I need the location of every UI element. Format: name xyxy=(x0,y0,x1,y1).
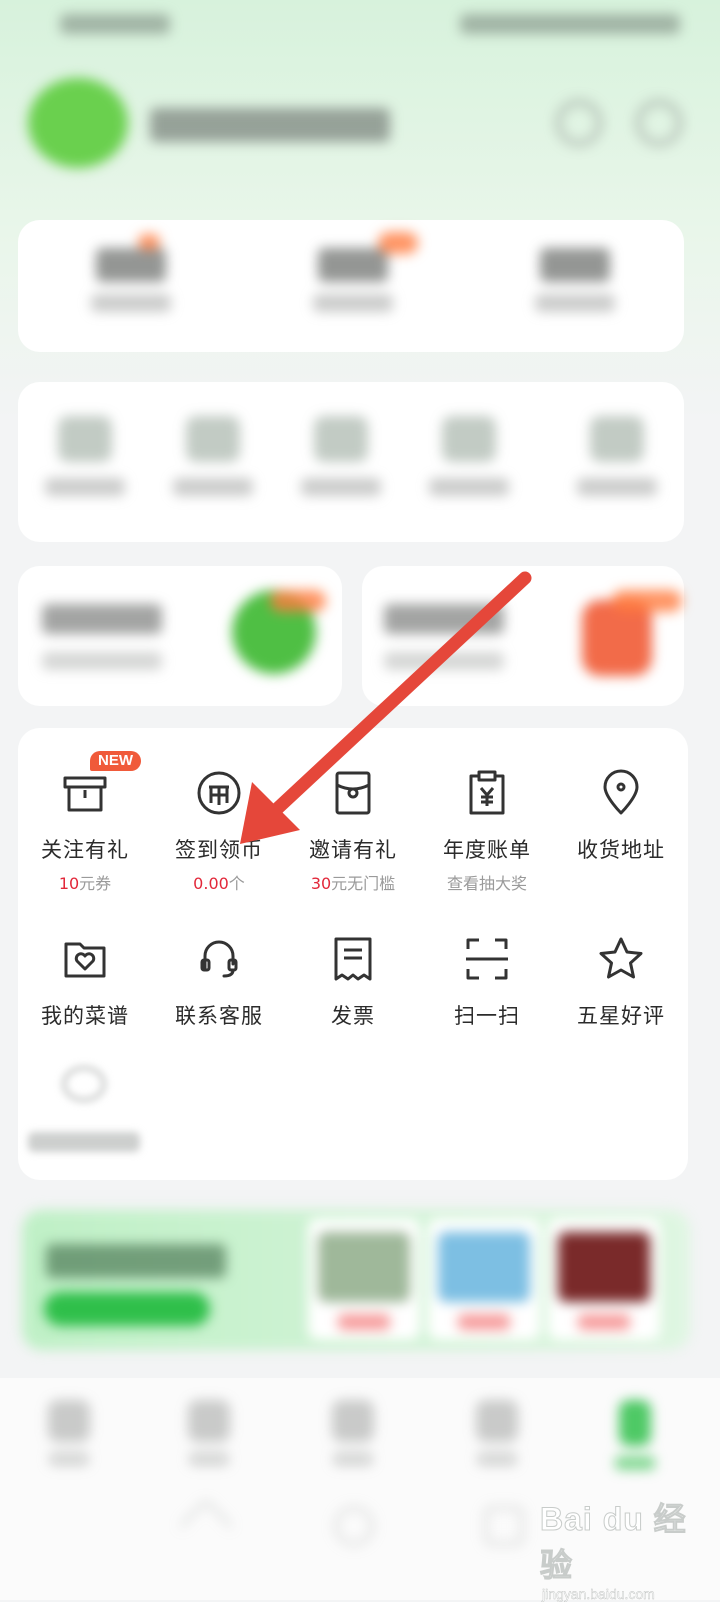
star-icon xyxy=(554,930,688,988)
headset-icon[interactable] xyxy=(556,100,602,146)
promo-badge xyxy=(270,590,326,612)
baidu-logo: Bai du 经验 xyxy=(540,1501,687,1584)
banner-product[interactable] xyxy=(428,1218,540,1340)
service-label: 我的菜谱 xyxy=(41,1004,129,1028)
service-label: 签到领币 xyxy=(175,838,263,862)
new-badge: NEW xyxy=(90,751,141,771)
promo-subtitle xyxy=(384,652,504,670)
nav-recipe[interactable] xyxy=(318,1400,388,1466)
coin-icon xyxy=(152,764,286,822)
service-subtitle: 30元无门槛 xyxy=(310,874,396,893)
red-envelope-icon xyxy=(286,764,420,822)
banner-product[interactable] xyxy=(308,1218,420,1340)
service-label: 年度账单 xyxy=(443,838,531,862)
location-pin-icon xyxy=(554,764,688,822)
recipe-heart-icon xyxy=(18,930,152,988)
promo-title xyxy=(42,604,162,634)
service-five-star-review[interactable]: 五星好评 xyxy=(554,930,688,1030)
service-label: 扫一扫 xyxy=(454,1004,520,1028)
service-customer-support[interactable]: 联系客服 xyxy=(152,930,286,1030)
service-label: 关注有礼 xyxy=(41,838,129,862)
status-bar-right xyxy=(460,14,680,34)
service-follow-gift[interactable]: 关注有礼 10元券 xyxy=(18,764,152,894)
avatar[interactable] xyxy=(28,78,128,168)
promo-title xyxy=(384,604,504,634)
quick-entry[interactable] xyxy=(158,416,268,496)
blurred-icon xyxy=(62,1066,106,1102)
bill-clipboard-icon xyxy=(420,764,554,822)
promo-badge xyxy=(612,590,682,612)
stat-badge xyxy=(378,232,418,254)
status-bar xyxy=(0,0,720,50)
dot-badge xyxy=(138,234,160,250)
nav-mine[interactable] xyxy=(600,1400,670,1470)
service-scan[interactable]: 扫一扫 xyxy=(420,930,554,1030)
service-checkin-coins[interactable]: 签到领币 0.00个 xyxy=(152,764,286,894)
service-subtitle: 查看抽大奖 xyxy=(446,874,527,893)
scan-icon xyxy=(420,930,554,988)
service-annual-bill[interactable]: 年度账单 查看抽大奖 xyxy=(420,764,554,894)
baidu-jingyan-watermark: Bai du 经验 jingyan.baidu.com xyxy=(540,1494,710,1602)
stat-item[interactable] xyxy=(298,248,408,312)
header-background xyxy=(0,0,720,420)
banner-product[interactable] xyxy=(548,1218,660,1340)
service-invite-gift[interactable]: 邀请有礼 30元无门槛 xyxy=(286,764,420,894)
blurred-label xyxy=(28,1132,140,1152)
username xyxy=(150,108,390,142)
service-shipping-address[interactable]: 收货地址 xyxy=(554,764,688,864)
promo-subtitle xyxy=(42,652,162,670)
status-bar-left xyxy=(60,14,170,34)
quick-entry[interactable] xyxy=(414,416,524,496)
service-subtitle: 0.00个 xyxy=(193,874,245,893)
quick-entry[interactable] xyxy=(30,416,140,496)
service-label: 收货地址 xyxy=(577,838,665,862)
invoice-icon xyxy=(286,930,420,988)
service-label: 发票 xyxy=(331,1004,375,1028)
quick-entry[interactable] xyxy=(562,416,672,496)
service-label: 邀请有礼 xyxy=(309,838,397,862)
stat-item[interactable] xyxy=(76,248,186,312)
stat-item[interactable] xyxy=(520,248,630,312)
service-label: 联系客服 xyxy=(175,1004,263,1028)
banner-button[interactable] xyxy=(44,1292,210,1326)
headset-icon xyxy=(152,930,286,988)
home-button[interactable] xyxy=(334,1506,374,1546)
nav-category[interactable] xyxy=(174,1400,244,1466)
nav-cart[interactable] xyxy=(462,1400,532,1466)
service-invoice[interactable]: 发票 xyxy=(286,930,420,1030)
nav-home[interactable] xyxy=(34,1400,104,1466)
service-label: 五星好评 xyxy=(577,1004,665,1028)
service-my-recipes[interactable]: 我的菜谱 xyxy=(18,930,152,1030)
recents-button[interactable] xyxy=(484,1506,524,1546)
quick-entry[interactable] xyxy=(286,416,396,496)
gift-box-icon xyxy=(18,764,152,822)
banner-title xyxy=(46,1244,226,1278)
service-subtitle: 10元券 xyxy=(58,874,112,893)
settings-icon[interactable] xyxy=(636,100,682,146)
